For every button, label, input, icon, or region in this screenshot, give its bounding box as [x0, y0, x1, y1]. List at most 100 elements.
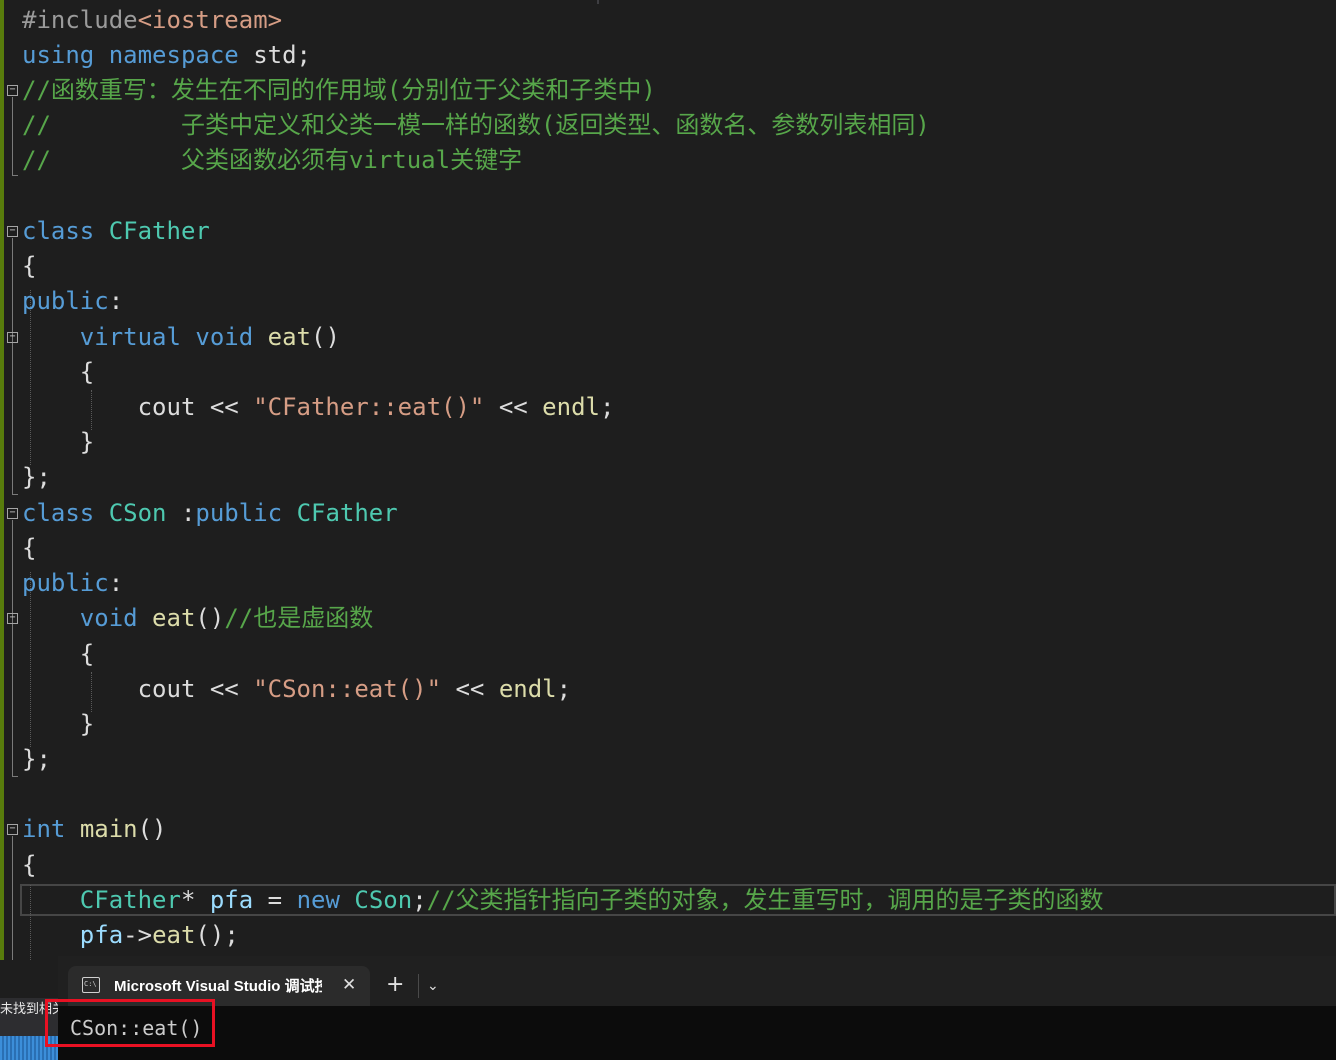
code-line[interactable]: cout << "CSon::eat()" << endl; — [22, 672, 571, 707]
fold-range-line — [12, 238, 13, 494]
code-token: ; — [412, 886, 427, 914]
code-token: eat — [152, 921, 196, 949]
code-token: () — [195, 604, 225, 632]
code-token: cout << — [22, 675, 254, 703]
code-line[interactable]: cout << "CFather::eat()" << endl; — [22, 390, 615, 425]
code-token: : — [108, 287, 124, 315]
collapse-main-icon[interactable]: − — [7, 824, 18, 835]
code-token: #include — [22, 6, 138, 34]
code-token: using — [22, 41, 95, 69]
code-token: } — [22, 710, 95, 738]
code-token: pfa — [209, 886, 254, 914]
code-token: virtual — [79, 323, 181, 351]
close-tab-icon[interactable]: ✕ — [342, 974, 356, 996]
code-line[interactable]: // 子类中定义和父类一模一样的函数(返回类型、函数名、参数列表相同) — [22, 108, 930, 143]
code-line[interactable]: CFather* pfa = new CSon;//父类指针指向子类的对象，发生… — [22, 883, 1104, 918]
code-token: () — [137, 815, 167, 843]
code-token: endl — [542, 393, 600, 421]
code-line[interactable]: using namespace std; — [22, 38, 311, 73]
code-token: //函数重写：发生在不同的作用域(分别位于父类和子类中) — [22, 76, 656, 104]
code-line[interactable]: void eat()//也是虚函数 — [22, 601, 373, 636]
code-line[interactable]: public: — [22, 284, 123, 319]
code-line[interactable]: }; — [22, 460, 51, 495]
code-line[interactable]: pfa->eat(); — [22, 918, 239, 953]
fold-range-line — [12, 836, 13, 960]
code-token: CSon — [108, 499, 167, 527]
code-line[interactable]: #include<iostream> — [22, 3, 282, 38]
code-token: namespace — [108, 41, 239, 69]
code-token: { — [22, 851, 37, 879]
code-token: pfa — [79, 921, 124, 949]
code-token: (); — [195, 921, 239, 949]
code-token: CFather — [79, 886, 181, 914]
code-token: CFather — [108, 217, 210, 245]
code-line[interactable]: class CFather — [22, 214, 210, 249]
code-token: void — [79, 604, 138, 632]
code-line[interactable]: // 父类函数必须有virtual关键字 — [22, 143, 522, 178]
collapse-comment-icon[interactable]: − — [7, 85, 18, 96]
new-tab-button[interactable]: + — [386, 973, 404, 997]
code-token: class — [22, 217, 95, 245]
code-token: void — [195, 323, 254, 351]
code-token: ; — [599, 393, 615, 421]
code-line[interactable]: { — [22, 848, 36, 883]
code-line[interactable]: public: — [22, 566, 123, 601]
code-line[interactable]: } — [22, 425, 94, 460]
code-line[interactable]: { — [22, 637, 94, 672]
code-line[interactable]: }; — [22, 742, 51, 777]
code-token: }; — [22, 745, 51, 773]
code-line[interactable]: virtual void eat() — [22, 320, 340, 355]
code-token: endl — [498, 675, 557, 703]
code-token: "CFather::eat()" — [253, 393, 485, 421]
tab-title: Microsoft Visual Studio 调试控制台 — [114, 978, 322, 995]
fold-range-line — [12, 97, 13, 175]
debug-console-window[interactable]: C:\ Microsoft Visual Studio 调试控制台 ✕ + ⌄ … — [58, 956, 1336, 1060]
code-token: // 父类函数必须有virtual关键字 — [22, 146, 523, 174]
code-token: new — [296, 886, 340, 914]
code-token: () — [311, 323, 340, 351]
code-token: { — [22, 640, 95, 668]
code-token: eat — [267, 323, 312, 351]
code-line[interactable]: { — [22, 531, 36, 566]
collapse-class-cson-icon[interactable]: − — [7, 508, 18, 519]
code-token: { — [22, 252, 37, 280]
code-line[interactable]: //函数重写：发生在不同的作用域(分别位于父类和子类中) — [22, 73, 656, 108]
code-line[interactable]: class CSon :public CFather — [22, 496, 398, 531]
chevron-down-icon[interactable]: ⌄ — [427, 975, 439, 997]
code-editor[interactable]: − − − − − − #include<iostream> using name… — [0, 0, 1336, 960]
code-line[interactable]: { — [22, 249, 36, 284]
code-token: public — [22, 287, 109, 315]
code-token: std; — [238, 41, 311, 69]
code-token: * — [180, 886, 210, 914]
code-token: cout << — [22, 393, 254, 421]
code-token: -> — [123, 921, 153, 949]
collapse-method-icon[interactable]: − — [7, 613, 18, 624]
code-token: CSon — [354, 886, 413, 914]
code-line[interactable]: { — [22, 355, 94, 390]
collapse-class-cfather-icon[interactable]: − — [7, 226, 18, 237]
code-token: { — [22, 358, 95, 386]
code-token: = — [253, 886, 297, 914]
code-token: int — [22, 815, 66, 843]
code-token: // 子类中定义和父类一模一样的函数(返回类型、函数名、参数列表相同) — [22, 111, 930, 139]
code-token: : — [166, 499, 196, 527]
scroll-marker — [597, 0, 599, 4]
output-highlight-box — [45, 999, 215, 1047]
code-token: : — [108, 569, 124, 597]
fold-range-end — [12, 175, 18, 176]
code-line[interactable]: int main() — [22, 812, 167, 847]
code-token: { — [22, 534, 37, 562]
collapse-method-icon[interactable]: − — [7, 332, 18, 343]
tab-separator — [418, 974, 419, 998]
code-line[interactable]: } — [22, 707, 94, 742]
console-icon: C:\ — [82, 977, 100, 993]
fold-range-line — [12, 520, 13, 776]
